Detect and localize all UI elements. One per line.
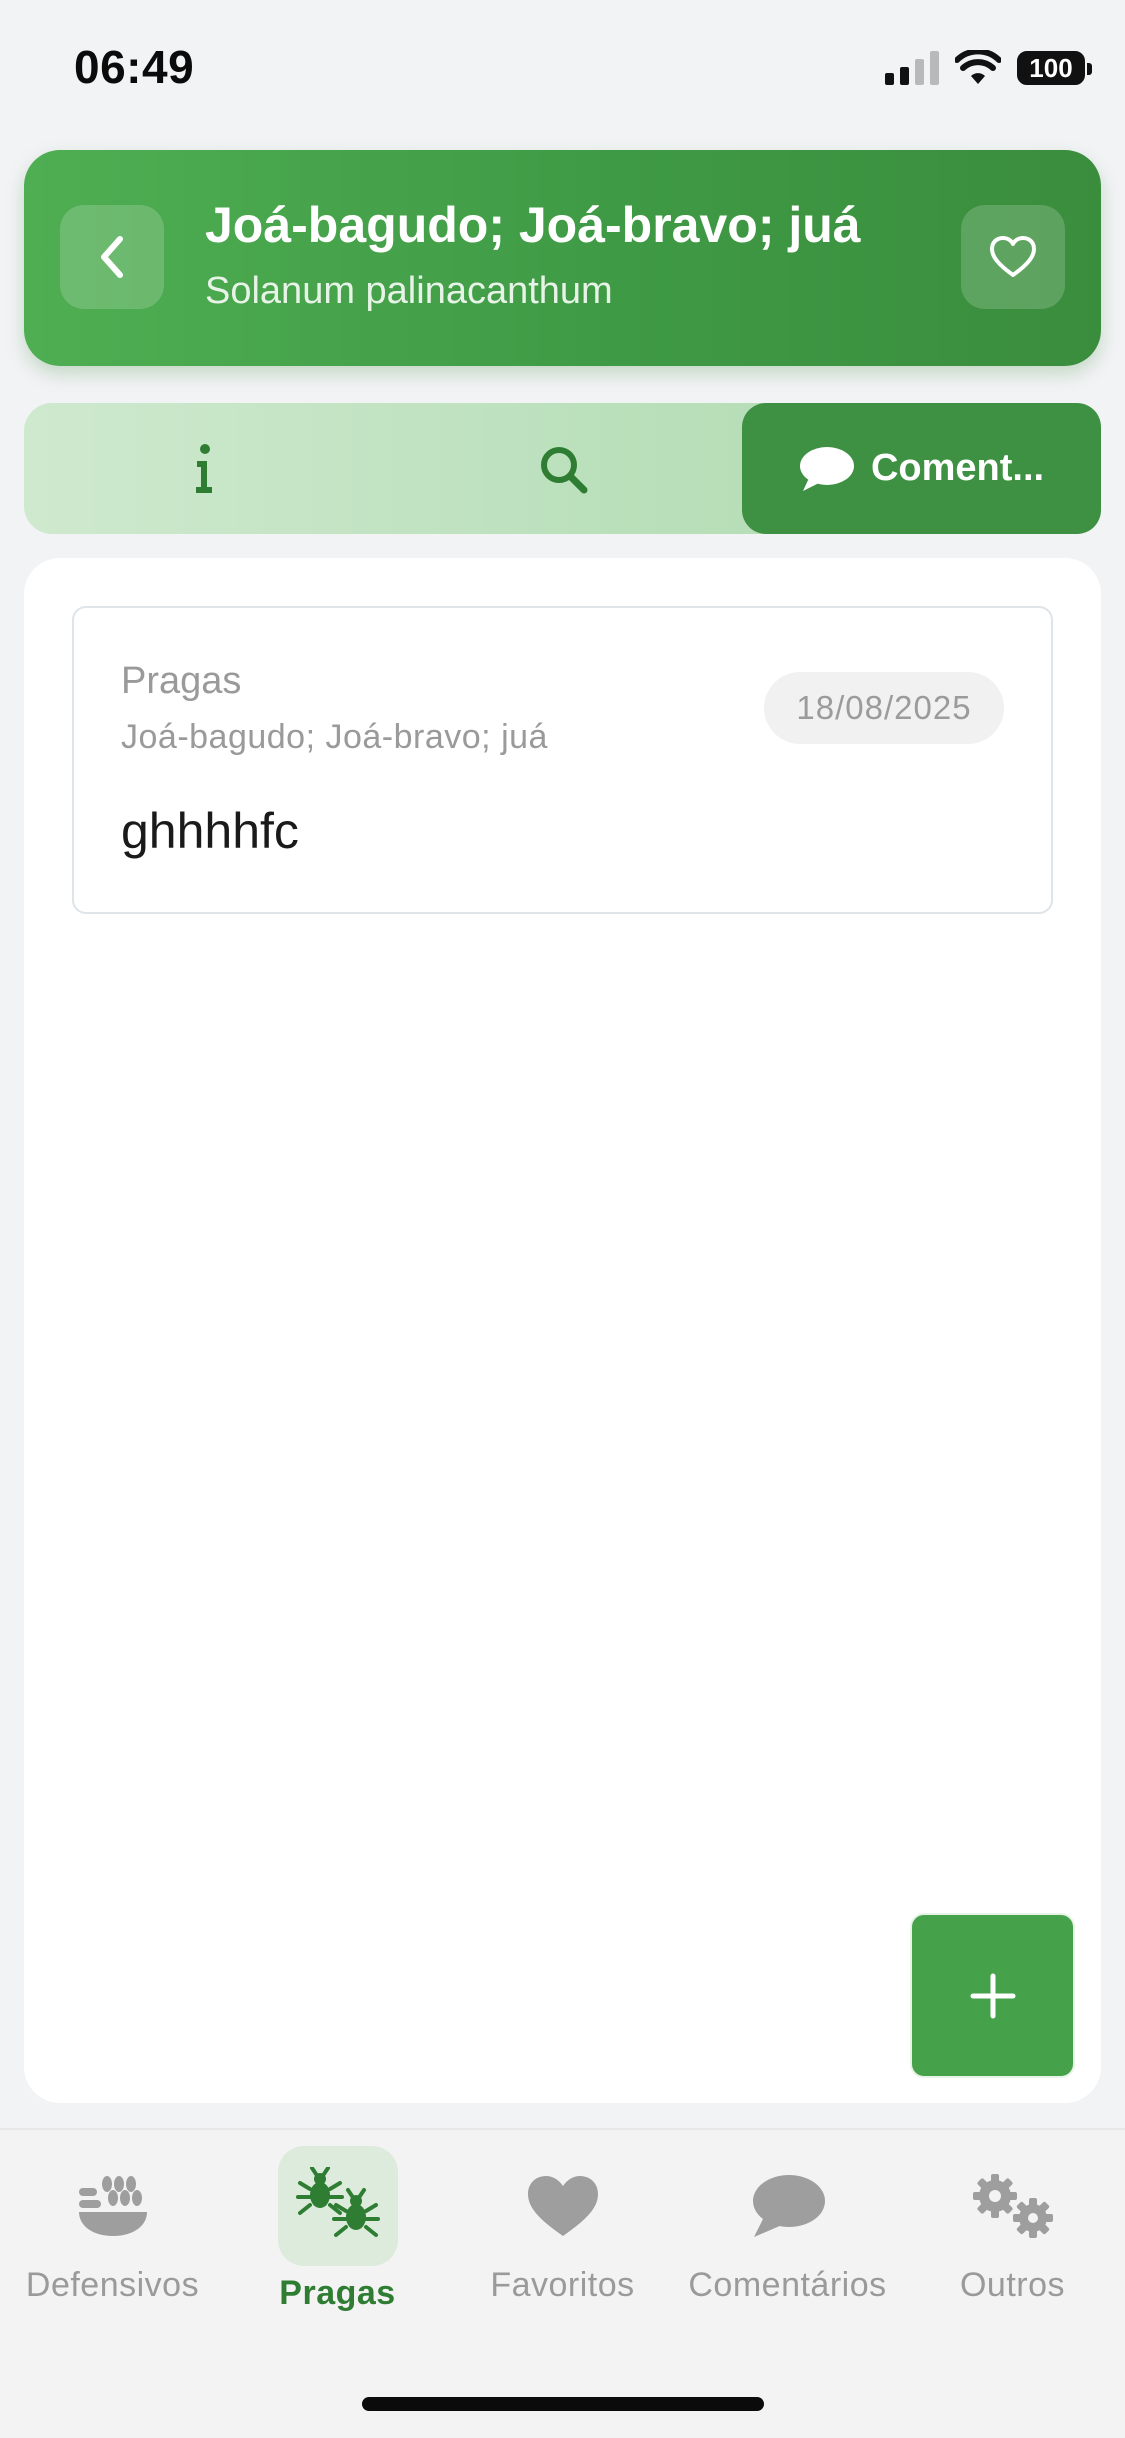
chevron-left-icon bbox=[101, 236, 123, 278]
comment-card[interactable] bbox=[72, 606, 1053, 914]
comment-type: Pragas bbox=[121, 660, 242, 702]
tab-comments[interactable]: Coment... bbox=[742, 403, 1101, 534]
header-card bbox=[24, 150, 1101, 366]
nav-label-defensivos: Defensivos bbox=[25, 2266, 200, 2304]
comment-item-name: Joá-bagudo; Joá-bravo; juá bbox=[121, 718, 548, 756]
status-time: 06:49 bbox=[74, 41, 195, 93]
nav-item-comentarios[interactable]: Comentários bbox=[675, 2146, 900, 2305]
nav-item-outros[interactable]: Outros bbox=[900, 2146, 1125, 2305]
plus-icon bbox=[970, 1973, 1015, 2018]
heart-icon bbox=[527, 2176, 598, 2236]
favorite-button[interactable] bbox=[961, 205, 1065, 309]
nav-item-pragas[interactable]: Pragas bbox=[225, 2146, 450, 2313]
nav-item-defensivos[interactable]: Defensivos bbox=[0, 2146, 225, 2305]
grain-bowl-icon bbox=[78, 2176, 147, 2236]
home-indicator bbox=[362, 2397, 764, 2411]
wifi-icon bbox=[955, 50, 1001, 84]
page-subtitle: Solanum palinacanthum bbox=[205, 270, 613, 312]
comment-date-badge: 18/08/2025 bbox=[764, 672, 1004, 744]
comment-icon bbox=[752, 2175, 825, 2237]
signal-icon bbox=[885, 51, 939, 85]
nav-label-pragas: Pragas bbox=[279, 2274, 396, 2312]
tab-info[interactable] bbox=[24, 403, 383, 534]
nav-label-favoritos: Favoritos bbox=[490, 2266, 635, 2304]
page-title: Joá-bagudo; Joá-bravo; juá bbox=[205, 197, 861, 253]
status-icons: 100 bbox=[885, 46, 1092, 90]
tab-search[interactable] bbox=[383, 403, 742, 534]
heart-outline-icon bbox=[990, 236, 1036, 277]
comment-text: ghhhhfc bbox=[121, 803, 299, 859]
bugs-icon bbox=[295, 2167, 380, 2237]
add-comment-button[interactable] bbox=[910, 1913, 1075, 2078]
comment-icon bbox=[799, 446, 854, 491]
nav-item-favoritos[interactable]: Favoritos bbox=[450, 2146, 675, 2305]
nav-label-comentarios: Comentários bbox=[688, 2266, 887, 2304]
nav-label-outros: Outros bbox=[959, 2266, 1066, 2304]
gears-icon bbox=[972, 2174, 1053, 2238]
battery-icon: 100 bbox=[1017, 51, 1092, 85]
tab-comments-label: Coment... bbox=[870, 447, 1045, 489]
info-icon bbox=[195, 443, 212, 493]
search-icon bbox=[540, 446, 587, 493]
back-button[interactable] bbox=[60, 205, 164, 309]
